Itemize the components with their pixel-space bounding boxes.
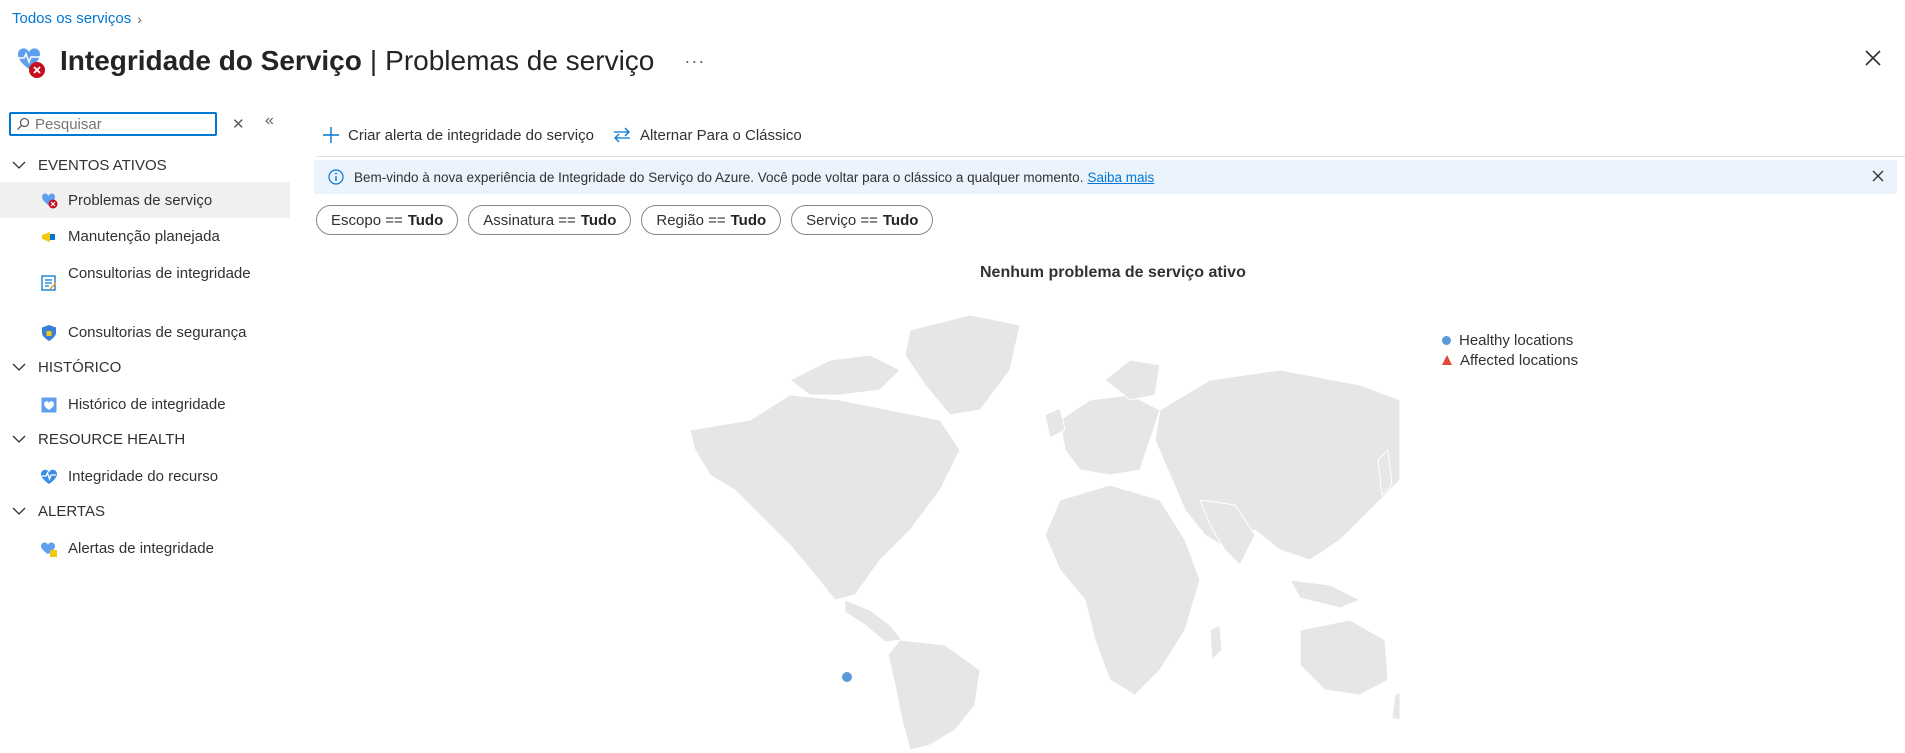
group-alerts[interactable]: ALERTAS (12, 500, 105, 522)
sidebar-item-security-advisories[interactable]: Consultorias de segurança (0, 324, 290, 342)
map-legend: Healthy locations Affected locations (1442, 330, 1578, 370)
filter-region[interactable]: Região == Tudo (641, 205, 782, 235)
filter-value: Tudo (407, 211, 444, 229)
continent-indonesia (1289, 579, 1362, 609)
filter-key: Assinatura == (483, 211, 576, 229)
filter-service[interactable]: Serviço == Tudo (791, 205, 934, 235)
filter-scope[interactable]: Escopo == Tudo (316, 205, 459, 235)
group-label: HISTÓRICO (38, 358, 122, 376)
group-history[interactable]: HISTÓRICO (12, 356, 121, 378)
continent-south-america (887, 639, 981, 750)
continent-new-zealand (1391, 691, 1400, 721)
sidebar-item-health-advisories[interactable]: Consultorias de integridade (0, 264, 260, 292)
affected-triangle-icon (1442, 355, 1452, 365)
search-input[interactable] (31, 115, 209, 133)
map-title: Nenhum problema de serviço ativo (980, 264, 1246, 281)
healthy-location-marker[interactable] (842, 672, 852, 682)
world-map[interactable] (640, 300, 1400, 750)
filter-value: Tudo (882, 211, 919, 229)
command-bar: Criar alerta de integridade do serviço A… (322, 126, 820, 144)
learn-more-link[interactable]: Saiba mais (1087, 170, 1154, 185)
group-active-events[interactable]: EVENTOS ATIVOS (12, 154, 167, 176)
continent-arctic-islands (789, 354, 901, 396)
clear-search-icon[interactable]: ✕ (232, 115, 245, 133)
sidebar-item-service-issues[interactable]: Problemas de serviço (0, 182, 290, 218)
filter-key: Escopo == (331, 211, 403, 229)
filter-key: Serviço == (806, 211, 878, 229)
collapse-sidebar-icon[interactable]: « (265, 112, 274, 130)
continent-central-america (844, 599, 903, 643)
close-blade-icon[interactable] (1861, 46, 1885, 70)
continent-greenland (904, 314, 1021, 416)
legend-affected: Affected locations (1442, 350, 1578, 370)
chevron-down-icon (12, 435, 26, 443)
chevron-down-icon (12, 507, 26, 515)
create-alert-label: Criar alerta de integridade do serviço (348, 126, 594, 144)
create-alert-button[interactable]: Criar alerta de integridade do serviço (322, 126, 594, 144)
sidebar-item-resource-health[interactable]: Integridade do recurso (0, 468, 290, 486)
shield-icon (42, 325, 56, 341)
filter-value: Tudo (730, 211, 767, 229)
chevron-down-icon (12, 363, 26, 371)
search-icon (17, 117, 30, 130)
plus-icon (323, 127, 339, 143)
continent-asia (1154, 369, 1400, 561)
continent-north-america (689, 394, 961, 601)
breadcrumb-all-services[interactable]: Todos os serviços (12, 10, 131, 27)
continent-europe (1059, 394, 1161, 476)
continent-australia (1299, 619, 1389, 696)
group-label: EVENTOS ATIVOS (38, 156, 167, 174)
page-header: Integridade do Serviço | Problemas de se… (12, 42, 705, 80)
group-label: RESOURCE HEALTH (38, 430, 186, 448)
breadcrumb: Todos os serviços › (12, 10, 142, 27)
info-icon (328, 169, 344, 185)
sidebar-item-label: Manutenção planejada (68, 228, 220, 245)
sidebar-item-label: Consultorias de segurança (68, 324, 247, 341)
legend-label: Affected locations (1460, 351, 1579, 369)
chevron-down-icon (12, 161, 26, 169)
filter-value: Tudo (580, 211, 617, 229)
switch-classic-label: Alternar Para o Clássico (639, 126, 802, 144)
sidebar-item-label: Histórico de integridade (68, 396, 226, 413)
filter-pills: Escopo == Tudo Assinatura == Tudo Região =… (316, 205, 934, 235)
chevron-right-icon: › (137, 10, 142, 27)
megaphone-icon (42, 232, 55, 242)
more-options-button[interactable]: ··· (684, 51, 705, 72)
sidebar-item-label: Alertas de integridade (68, 540, 214, 557)
sidebar-item-health-alerts[interactable]: Alertas de integridade (0, 540, 290, 558)
sidebar-item-planned-maintenance[interactable]: Manutenção planejada (0, 228, 290, 246)
banner-text: Bem-vindo à nova experiência de Integrid… (354, 169, 1084, 185)
continent-madagascar (1209, 624, 1223, 662)
switch-classic-button[interactable]: Alternar Para o Clássico (612, 127, 802, 144)
title-separator: | (369, 45, 378, 76)
service-issues-icon (42, 193, 58, 209)
healthy-dot-icon (1442, 335, 1451, 345)
group-resource-health[interactable]: RESOURCE HEALTH (12, 428, 185, 450)
service-health-icon (18, 48, 45, 78)
advisory-icon (41, 275, 57, 291)
legend-healthy: Healthy locations (1442, 330, 1578, 350)
page-title: Integridade do Serviço (60, 45, 362, 76)
group-label: ALERTAS (38, 502, 105, 520)
sidebar-item-health-history[interactable]: Histórico de integridade (0, 396, 290, 414)
heart-pulse-icon (41, 469, 57, 484)
close-banner-icon[interactable] (1871, 169, 1885, 183)
history-icon (41, 397, 57, 413)
filter-key: Região == (656, 211, 726, 229)
toolbar-divider (316, 156, 1905, 157)
sidebar-item-label: Problemas de serviço (68, 191, 213, 209)
switch-arrows-icon (613, 127, 630, 143)
sidebar-search[interactable] (9, 112, 217, 136)
legend-label: Healthy locations (1459, 331, 1574, 349)
filter-subscription[interactable]: Assinatura == Tudo (468, 205, 632, 235)
health-alert-icon (41, 542, 57, 557)
info-banner: Bem-vindo à nova experiência de Integrid… (314, 160, 1897, 194)
sidebar-item-label: Integridade do recurso (68, 468, 219, 485)
continent-scandinavia (1104, 359, 1161, 401)
sidebar-item-label: Consultorias de integridade (68, 265, 251, 282)
page-subtitle: Problemas de serviço (385, 45, 655, 76)
continent-africa (1044, 484, 1201, 696)
